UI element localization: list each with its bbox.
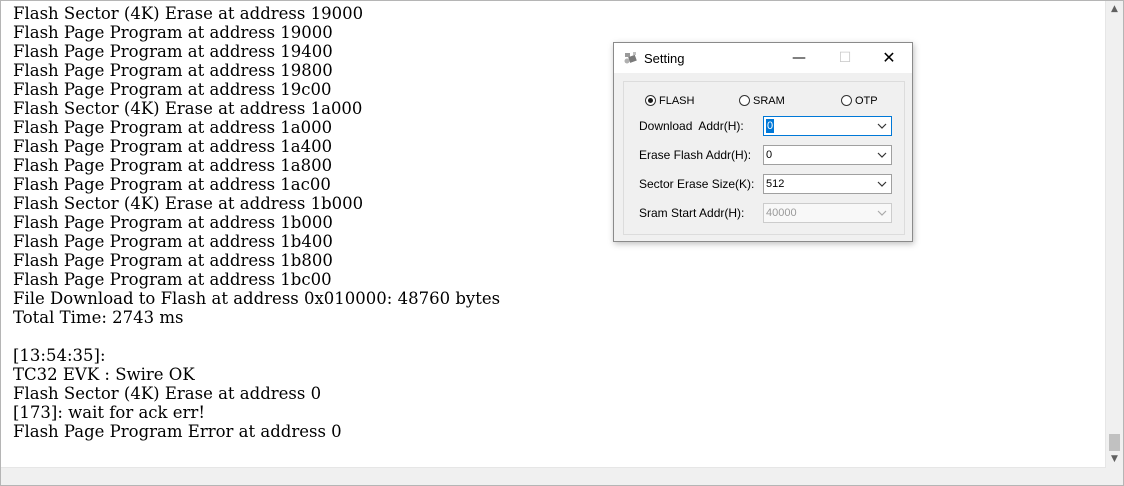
log-window: Flash Sector (4K) Erase at address 19000…	[0, 0, 1124, 486]
erase-flash-addr-value: 0	[766, 149, 773, 161]
log-line: TC32 EVK : Swire OK	[13, 365, 195, 384]
sram-start-addr-label: Sram Start Addr(H):	[639, 206, 745, 220]
scrollbar-corner	[1106, 468, 1123, 485]
log-line: Flash Page Program at address 1b800	[13, 251, 333, 270]
download-addr-combo[interactable]: 0	[763, 116, 892, 136]
chevron-down-icon	[877, 123, 887, 129]
log-line: Flash Page Program at address 1a000	[13, 118, 333, 137]
radio-dot	[645, 95, 656, 106]
log-line: Flash Page Program at address 1a800	[13, 156, 333, 175]
minimize-icon[interactable]: —	[776, 43, 822, 73]
erase-flash-addr-label: Erase Flash Addr(H):	[639, 148, 752, 162]
log-line: Flash Sector (4K) Erase at address 1b000	[13, 194, 364, 213]
dialog-titlebar[interactable]: Setting — ☐ ✕	[614, 43, 912, 73]
setting-dialog: Setting — ☐ ✕ FLASH SRAM OTP Download Ad…	[613, 42, 913, 242]
download-addr-label: Download Addr(H):	[639, 119, 744, 133]
vertical-scrollbar[interactable]: ▲ ▼	[1105, 1, 1123, 468]
close-icon[interactable]: ✕	[866, 43, 912, 73]
log-output[interactable]: Flash Sector (4K) Erase at address 19000…	[13, 4, 1103, 464]
sram-start-addr-combo: 40000	[763, 203, 892, 223]
scroll-down-icon[interactable]: ▼	[1106, 451, 1123, 468]
chevron-down-icon	[877, 181, 887, 187]
log-line: File Download to Flash at address 0x0100…	[13, 289, 501, 308]
horizontal-scrollbar[interactable]	[1, 467, 1106, 485]
sector-erase-size-label: Sector Erase Size(K):	[639, 177, 755, 191]
scroll-up-icon[interactable]: ▲	[1106, 1, 1123, 18]
radio-dot	[841, 95, 852, 106]
sram-start-addr-value: 40000	[766, 207, 797, 219]
radio-otp-label: OTP	[855, 95, 878, 107]
radio-otp[interactable]: OTP	[841, 94, 878, 108]
log-line: Flash Page Program at address 19400	[13, 42, 333, 61]
log-line: Flash Sector (4K) Erase at address 19000	[13, 4, 364, 23]
log-line: Flash Page Program at address 1bc00	[13, 270, 332, 289]
settings-app-icon	[624, 52, 637, 64]
log-line: Flash Page Program at address 1a400	[13, 137, 333, 156]
sector-erase-size-value: 512	[766, 178, 785, 190]
log-line: Flash Page Program at address 1ac00	[13, 175, 331, 194]
log-line: Flash Page Program at address 19800	[13, 61, 333, 80]
log-line: Flash Sector (4K) Erase at address 0	[13, 384, 322, 403]
log-line: Flash Page Program at address 19c00	[13, 80, 332, 99]
radio-dot	[739, 95, 750, 106]
scrollbar-thumb[interactable]	[1109, 434, 1120, 451]
log-line: [173]: wait for ack err!	[13, 403, 205, 422]
log-line: Flash Page Program at address 1b000	[13, 213, 333, 232]
chevron-down-icon	[877, 152, 887, 158]
radio-sram[interactable]: SRAM	[739, 94, 785, 108]
erase-flash-addr-combo[interactable]: 0	[763, 145, 892, 165]
download-addr-value: 0	[766, 119, 775, 133]
log-line: Flash Sector (4K) Erase at address 1a000	[13, 99, 363, 118]
dialog-title: Setting	[644, 51, 685, 66]
radio-sram-label: SRAM	[753, 95, 785, 107]
log-line: Total Time: 2743 ms	[13, 308, 184, 327]
log-line: [13:54:35]:	[13, 346, 106, 365]
log-line: Flash Page Program at address 19000	[13, 23, 333, 42]
chevron-down-icon	[877, 210, 887, 216]
log-line: Flash Page Program at address 1b400	[13, 232, 333, 251]
maximize-icon[interactable]: ☐	[822, 43, 868, 73]
settings-panel: FLASH SRAM OTP Download Addr(H): 0 Erase…	[623, 81, 905, 235]
radio-flash-label: FLASH	[659, 95, 695, 107]
sector-erase-size-combo[interactable]: 512	[763, 174, 892, 194]
log-line: Flash Page Program Error at address 0	[13, 422, 342, 441]
radio-flash[interactable]: FLASH	[645, 94, 694, 108]
